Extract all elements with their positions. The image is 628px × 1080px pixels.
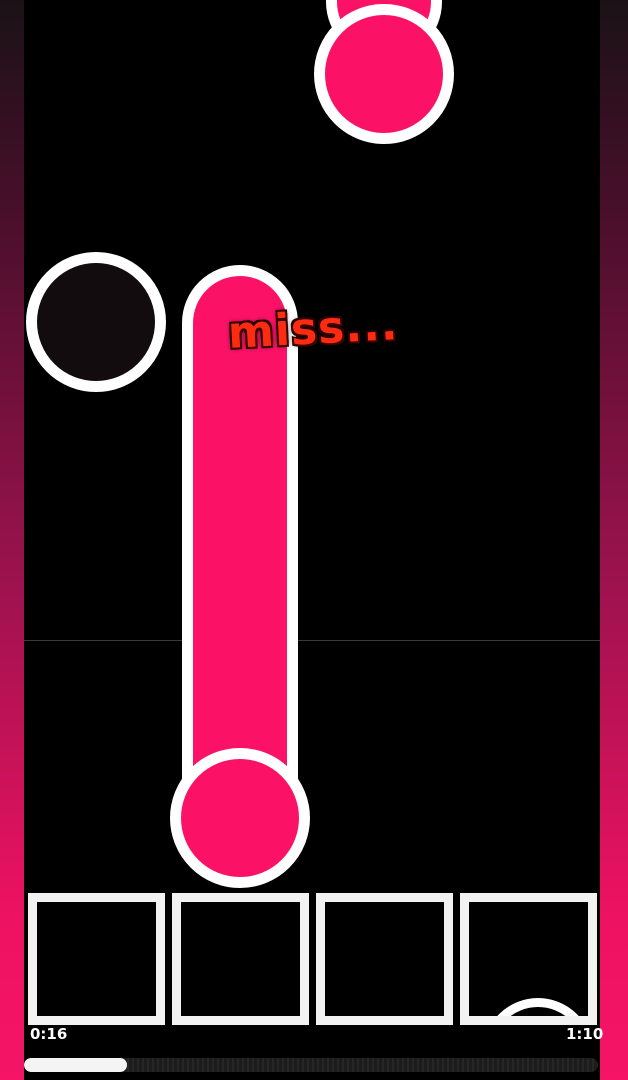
right-side-bar (600, 0, 628, 1080)
lane-key-4[interactable] (460, 893, 597, 1025)
elapsed-time: 0:16 (30, 1025, 68, 1043)
missed-tap-note (26, 252, 166, 392)
lane-key-1[interactable] (28, 893, 165, 1025)
judgment-line (24, 640, 600, 641)
hold-note-head (170, 748, 310, 888)
total-time: 1:10 (566, 1025, 604, 1043)
song-progress-fill (24, 1058, 128, 1072)
lane-keys (28, 893, 598, 1025)
incoming-note (483, 998, 588, 1016)
song-progress-bar[interactable] (24, 1058, 598, 1072)
lane-key-2[interactable] (172, 893, 309, 1025)
lane-key-3[interactable] (316, 893, 453, 1025)
left-side-bar (0, 0, 24, 1080)
judgment-text: miss... (226, 299, 400, 359)
hold-note-head-top (314, 4, 454, 144)
